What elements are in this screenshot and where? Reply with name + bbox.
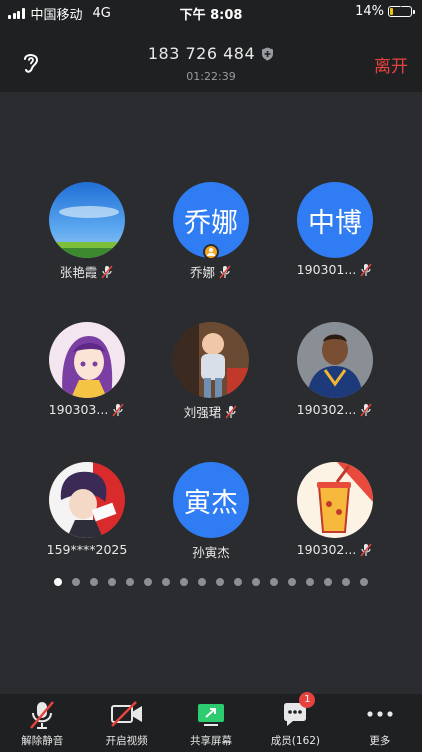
participant-name: 190301... — [296, 262, 357, 277]
page-dot[interactable] — [108, 578, 116, 586]
participant-tile[interactable]: 中博 190301... — [270, 182, 400, 277]
page-dot[interactable] — [234, 578, 242, 586]
start-video-button[interactable]: 开启视频 — [84, 694, 168, 752]
participant-tile[interactable]: 寅杰 孙寅杰 — [146, 462, 276, 561]
leave-button[interactable]: 离开 — [374, 52, 408, 77]
members-label: 成员(162) — [270, 735, 321, 747]
participant-tile[interactable]: 190303... — [22, 322, 152, 417]
meeting-toolbar: 解除静音 开启视频 共享屏幕 1 成员(162) 更多 — [0, 692, 422, 752]
battery-percent: 14% — [355, 4, 384, 19]
participant-name: 乔娜 — [189, 265, 215, 280]
participant-avatar — [49, 182, 125, 258]
page-dot[interactable] — [270, 578, 278, 586]
participant-avatar — [49, 462, 125, 538]
participant-tile[interactable]: 159****2025 — [22, 462, 152, 557]
more-dots-icon — [365, 700, 395, 732]
meeting-id[interactable]: 183 726 484 — [0, 44, 422, 65]
page-dot[interactable] — [54, 578, 62, 586]
page-dot[interactable] — [216, 578, 224, 586]
participant-tile[interactable]: 190302... — [270, 322, 400, 417]
page-dot[interactable] — [306, 578, 314, 586]
meeting-timer: 01:22:39 — [186, 70, 236, 83]
members-button[interactable]: 1 成员(162) — [253, 692, 337, 752]
page-dot[interactable] — [360, 578, 368, 586]
page-dot[interactable] — [126, 578, 134, 586]
share-screen-icon — [196, 700, 226, 732]
mic-muted-icon — [359, 543, 373, 557]
start-video-label: 开启视频 — [105, 735, 148, 747]
participant-avatar — [297, 322, 373, 398]
shield-icon — [261, 46, 274, 65]
participant-name: 190302... — [296, 402, 357, 417]
mic-muted-icon — [359, 263, 373, 277]
participant-avatar: 寅杰 — [173, 462, 249, 538]
page-dot[interactable] — [288, 578, 296, 586]
page-dot[interactable] — [144, 578, 152, 586]
participant-name: 190302... — [296, 542, 357, 557]
meeting-header: 183 726 484 01:22:39 离开 — [0, 24, 422, 92]
share-screen-button[interactable]: 共享屏幕 — [169, 694, 253, 752]
participant-avatar: 中博 — [297, 182, 373, 258]
page-dot[interactable] — [72, 578, 80, 586]
page-dot[interactable] — [342, 578, 350, 586]
participant-name: 159****2025 — [46, 542, 128, 557]
participant-tile[interactable]: 张艳霞 — [22, 182, 152, 281]
meeting-id-text: 183 726 484 — [147, 44, 256, 63]
participant-avatar — [49, 322, 125, 398]
mic-muted-icon — [224, 405, 238, 419]
unmute-label: 解除静音 — [21, 735, 64, 747]
mic-muted-icon — [359, 403, 373, 417]
participant-avatar — [173, 322, 249, 398]
page-dot[interactable] — [198, 578, 206, 586]
page-dot[interactable] — [324, 578, 332, 586]
participant-name: 刘强珺 — [183, 405, 222, 420]
members-notification-badge: 1 — [299, 692, 316, 708]
participant-grid: 张艳霞 乔娜 乔娜 中博 190301... 190303... 刘强珺 190… — [0, 92, 422, 572]
participant-name: 张艳霞 — [59, 265, 98, 280]
page-indicator[interactable] — [0, 578, 422, 586]
mic-muted-icon — [100, 265, 114, 279]
battery-icon: ⚡ — [388, 4, 415, 17]
status-bar: 中国移动 4G 下午 8:08 14% ⚡ — [0, 0, 422, 24]
more-button[interactable]: 更多 — [338, 694, 422, 752]
page-dot[interactable] — [180, 578, 188, 586]
page-dot[interactable] — [162, 578, 170, 586]
unmute-button[interactable]: 解除静音 — [0, 694, 84, 752]
participant-tile[interactable]: 190302... — [270, 462, 400, 557]
host-icon — [203, 244, 219, 260]
page-dot[interactable] — [252, 578, 260, 586]
participant-name: 孙寅杰 — [192, 545, 230, 560]
mic-muted-icon — [218, 265, 232, 279]
share-screen-label: 共享屏幕 — [190, 735, 233, 747]
participant-tile[interactable]: 乔娜 乔娜 — [146, 182, 276, 281]
more-label: 更多 — [369, 735, 391, 747]
page-dot[interactable] — [90, 578, 98, 586]
mic-muted-icon — [111, 403, 125, 417]
participant-tile[interactable]: 刘强珺 — [146, 322, 276, 421]
mic-muted-icon — [28, 700, 56, 734]
video-off-icon — [110, 700, 144, 732]
participant-avatar — [297, 462, 373, 538]
participant-name: 190303... — [48, 402, 109, 417]
